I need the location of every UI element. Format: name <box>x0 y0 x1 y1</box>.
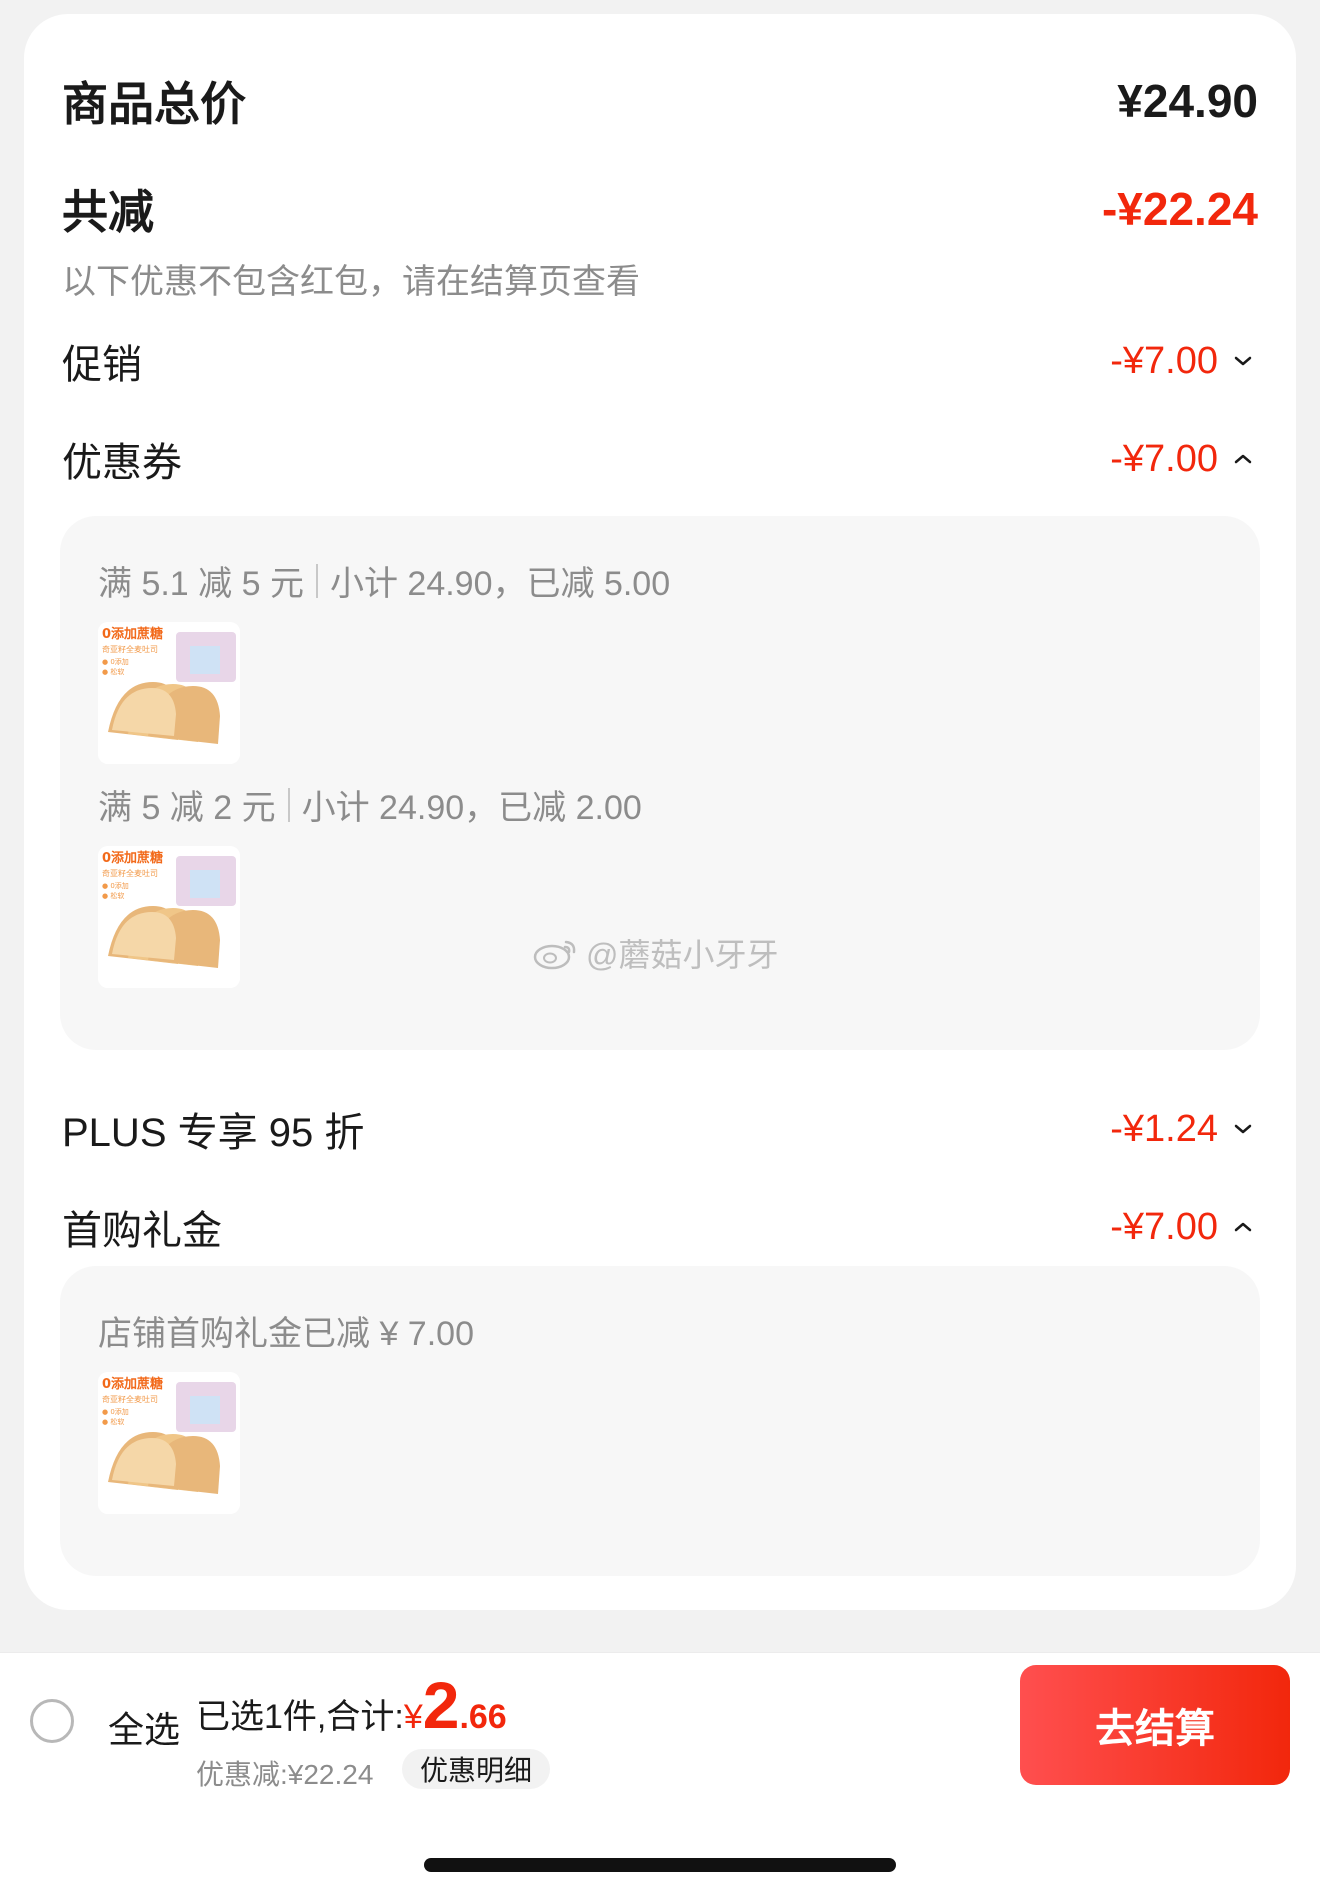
chevron-up-icon[interactable] <box>1228 1212 1258 1242</box>
chevron-down-icon[interactable] <box>1228 346 1258 376</box>
plus-discount-row[interactable]: PLUS 专享 95 折 -¥1.24 <box>62 1100 1258 1158</box>
goods-total-row: 商品总价 ¥24.90 <box>62 68 1258 134</box>
total-discount-row: 共减 -¥22.24 <box>62 176 1258 242</box>
svg-text:奇亚籽全麦吐司: 奇亚籽全麦吐司 <box>102 868 158 878</box>
product-thumbnail[interactable]: 0添加蔗糖 奇亚籽全麦吐司 ● 0添加 ● 松软 <box>98 622 240 764</box>
total-discount-value: -¥22.24 <box>1101 183 1258 235</box>
total-currency: ¥ <box>403 1698 423 1736</box>
coupon-item-line: 满 5 减 2 元 小计 24.90，已减 2.00 <box>98 780 642 829</box>
total-price-integer: 2 <box>422 1668 460 1742</box>
goods-total-value: ¥24.90 <box>1117 75 1258 127</box>
discount-detail-card: 商品总价 ¥24.90 共减 -¥22.24 以下优惠不包含红包，请在结算页查看… <box>24 14 1296 1610</box>
coupon-rule: 满 5.1 减 5 元 <box>98 565 304 603</box>
checkout-button[interactable]: 去结算 <box>1020 1665 1290 1785</box>
chevron-up-icon[interactable] <box>1228 444 1258 474</box>
watermark-text: @蘑菇小牙牙 <box>586 937 779 973</box>
coupon-detail: 小计 24.90，已减 2.00 <box>301 789 642 827</box>
svg-text:● 0添加: ● 0添加 <box>102 881 129 890</box>
coupon-label: 优惠券 <box>62 441 182 485</box>
product-thumbnail[interactable]: 0添加蔗糖 奇亚籽全麦吐司 ● 0添加 ● 松软 <box>98 846 240 988</box>
svg-text:奇亚籽全麦吐司: 奇亚籽全麦吐司 <box>102 644 158 654</box>
svg-text:0添加蔗糖: 0添加蔗糖 <box>102 1376 163 1392</box>
coupon-item-line: 满 5.1 减 5 元 小计 24.90，已减 5.00 <box>98 556 670 605</box>
discount-detail-button[interactable]: 优惠明细 <box>402 1749 551 1789</box>
first-purchase-label: 首购礼金 <box>62 1209 222 1253</box>
total-summary: 已选1件,合计: ¥ 2 .66 <box>196 1667 507 1743</box>
coupon-value: -¥7.00 <box>1110 437 1218 480</box>
coupon-row[interactable]: 优惠券 -¥7.00 <box>62 430 1258 488</box>
svg-text:0添加蔗糖: 0添加蔗糖 <box>102 850 163 866</box>
promotion-value: -¥7.00 <box>1110 339 1218 382</box>
promotion-label: 促销 <box>62 343 142 387</box>
product-thumbnail[interactable]: 0添加蔗糖 奇亚籽全麦吐司 ● 0添加 ● 松软 <box>98 1372 240 1514</box>
promotion-amount: -¥7.00 <box>1110 340 1258 383</box>
discount-note: 以下优惠不包含红包，请在结算页查看 <box>62 263 640 301</box>
coupon-detail: 小计 24.90，已减 5.00 <box>329 565 671 603</box>
promotion-row[interactable]: 促销 -¥7.00 <box>62 332 1258 390</box>
select-all-radio[interactable] <box>30 1699 74 1743</box>
coupon-amount: -¥7.00 <box>1110 438 1258 481</box>
first-purchase-amount: -¥7.00 <box>1110 1206 1258 1249</box>
home-indicator[interactable] <box>424 1858 896 1872</box>
first-purchase-detail: 店铺首购礼金已减 ¥ 7.00 <box>98 1315 474 1353</box>
total-price-decimal: .66 <box>459 1698 507 1736</box>
coupon-rule: 满 5 减 2 元 <box>98 789 276 827</box>
plus-label: PLUS 专享 95 折 <box>62 1111 365 1155</box>
selected-count-label: 已选1件,合计: <box>196 1698 404 1736</box>
svg-text:● 松软: ● 松软 <box>102 667 124 676</box>
svg-text:● 松软: ● 松软 <box>102 1417 124 1426</box>
svg-text:● 0添加: ● 0添加 <box>102 657 129 666</box>
chevron-down-icon[interactable] <box>1228 1114 1258 1144</box>
first-purchase-detail-panel: 店铺首购礼金已减 ¥ 7.00 0添加蔗糖 奇亚籽全麦吐司 ● 0添加 ● 松软 <box>60 1266 1260 1576</box>
select-all-label[interactable]: 全选 <box>108 1701 180 1753</box>
goods-total-label: 商品总价 <box>62 78 246 130</box>
first-purchase-row[interactable]: 首购礼金 -¥7.00 <box>62 1198 1258 1256</box>
home-indicator-area <box>0 1793 1320 1897</box>
svg-text:● 松软: ● 松软 <box>102 891 124 900</box>
svg-text:0添加蔗糖: 0添加蔗糖 <box>102 626 163 642</box>
total-discount-label: 共减 <box>62 186 154 238</box>
discount-summary: 优惠减:¥22.24 <box>196 1759 374 1790</box>
svg-text:奇亚籽全麦吐司: 奇亚籽全麦吐司 <box>102 1394 158 1404</box>
divider <box>287 787 290 822</box>
first-purchase-value: -¥7.00 <box>1110 1205 1218 1248</box>
divider <box>315 563 318 598</box>
checkout-bar: 全选 已选1件,合计: ¥ 2 .66 优惠减:¥22.24 优惠明细 去结算 <box>0 1652 1320 1793</box>
plus-amount: -¥1.24 <box>1110 1108 1258 1151</box>
watermark: @蘑菇小牙牙 <box>532 930 779 976</box>
weibo-icon <box>533 940 576 970</box>
svg-text:● 0添加: ● 0添加 <box>102 1407 129 1416</box>
plus-value: -¥1.24 <box>1110 1107 1218 1150</box>
